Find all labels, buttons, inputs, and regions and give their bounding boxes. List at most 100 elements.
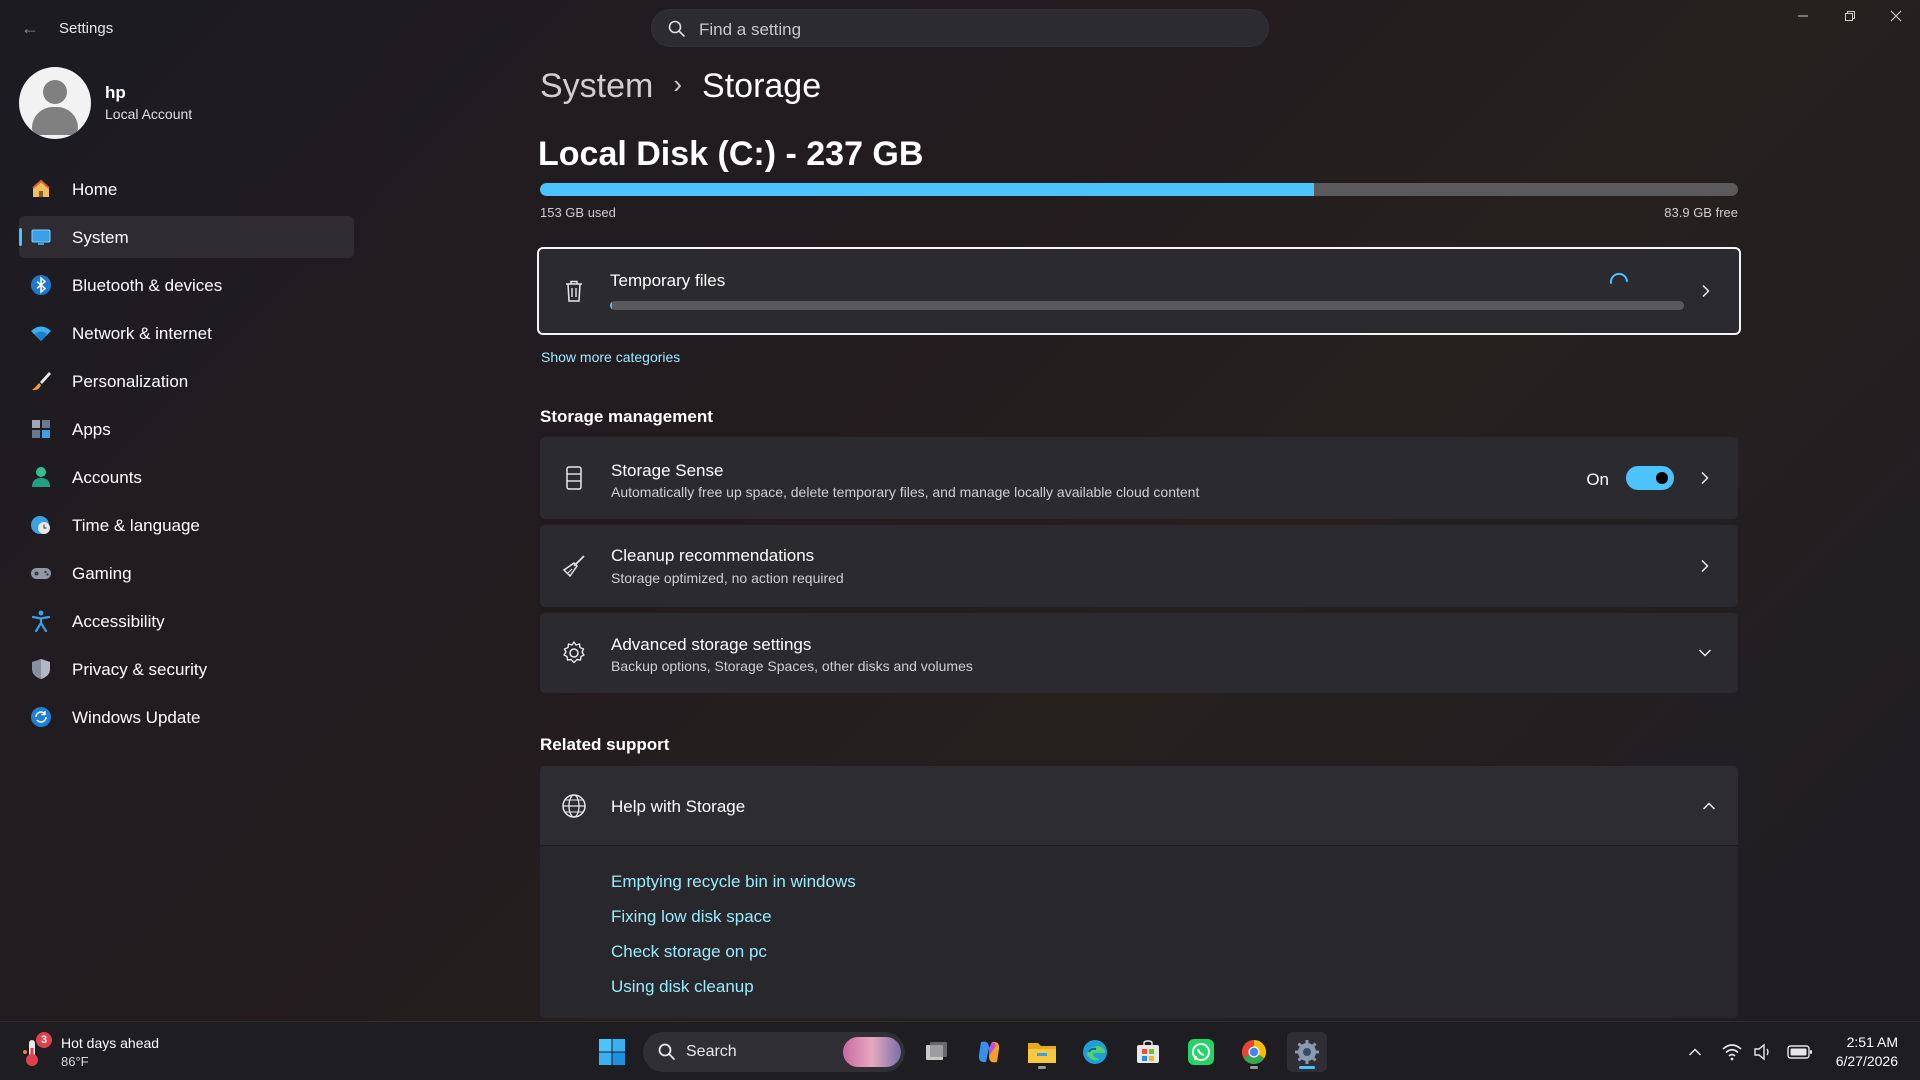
whatsapp-button[interactable]	[1181, 1032, 1221, 1072]
running-indicator	[1250, 1066, 1258, 1069]
help-links: Emptying recycle bin in windows Fixing l…	[611, 872, 856, 1012]
show-hidden-icons-button[interactable]	[1677, 1032, 1713, 1072]
globe-clock-icon	[31, 516, 50, 534]
cleanup-recommendations-card[interactable]: Cleanup recommendations Storage optimize…	[540, 525, 1738, 607]
task-view-button[interactable]	[916, 1032, 956, 1072]
help-link-check-storage[interactable]: Check storage on pc	[611, 942, 856, 966]
related-support-heading: Related support	[540, 735, 670, 754]
loading-spinner-icon	[1609, 272, 1628, 284]
cleanup-recommendations-title: Cleanup recommendations	[611, 546, 815, 565]
folder-icon	[1028, 1043, 1056, 1063]
advanced-storage-settings-card[interactable]: Advanced storage settings Backup options…	[540, 613, 1738, 693]
store-button[interactable]	[1128, 1032, 1168, 1072]
storage-sense-toggle[interactable]	[1626, 466, 1674, 490]
temporary-files-card[interactable]: Temporary files	[537, 247, 1741, 335]
clock[interactable]: 2:51 AM 6/27/2026	[1836, 1033, 1898, 1071]
sidebar-item-gaming[interactable]: Gaming	[19, 552, 354, 594]
temporary-files-bar	[610, 301, 1684, 310]
storage-management-heading: Storage management	[540, 407, 713, 426]
task-view-icon	[926, 1042, 947, 1060]
restore-button[interactable]	[1827, 0, 1873, 32]
sidebar-item-label: System	[72, 228, 129, 247]
start-button[interactable]	[592, 1032, 632, 1072]
update-icon	[31, 707, 51, 727]
breadcrumb-chevron-icon: ›	[673, 69, 683, 99]
sidebar-item-label: Bluetooth & devices	[72, 276, 223, 295]
disk-free-label: 83.9 GB free	[1664, 205, 1738, 220]
sidebar-item-label: Accessibility	[72, 612, 165, 631]
volume-icon	[1754, 1043, 1769, 1061]
help-link-low-disk-space[interactable]: Fixing low disk space	[611, 907, 856, 931]
chevron-down-icon	[1698, 649, 1712, 657]
settings-button[interactable]	[1287, 1032, 1327, 1072]
storage-sense-subtitle: Automatically free up space, delete temp…	[611, 484, 1200, 500]
breadcrumb-parent-system[interactable]: System	[540, 67, 653, 105]
settings-search-input[interactable]: Find a setting	[651, 9, 1269, 47]
battery-icon	[1787, 1045, 1812, 1059]
sidebar-item-label: Time & language	[72, 516, 200, 535]
file-explorer-button[interactable]	[1022, 1032, 1062, 1072]
bluetooth-icon	[31, 275, 51, 295]
whatsapp-icon	[1188, 1039, 1214, 1065]
search-icon	[658, 1043, 675, 1060]
sidebar-item-label: Home	[72, 180, 118, 199]
sidebar-item-system[interactable]: System	[19, 216, 354, 258]
sidebar-item-accounts[interactable]: Accounts	[19, 456, 354, 498]
sidebar-item-apps[interactable]: Apps	[19, 408, 354, 450]
weather-notification-badge: 3	[36, 1032, 52, 1048]
back-arrow-icon[interactable]: ←	[18, 16, 42, 40]
help-with-storage-card: Help with Storage Emptying recycle bin i…	[540, 766, 1738, 1018]
help-with-storage-header[interactable]: Help with Storage	[540, 766, 1738, 846]
search-icon	[668, 20, 685, 37]
accessibility-icon	[31, 610, 51, 632]
sidebar-item-accessibility[interactable]: Accessibility	[19, 600, 354, 642]
globe-icon	[562, 794, 586, 818]
breadcrumb: System › Storage	[540, 67, 821, 106]
volume-button[interactable]	[1745, 1032, 1781, 1072]
copilot-button[interactable]	[969, 1032, 1009, 1072]
cleanup-recommendations-subtitle: Storage optimized, no action required	[611, 570, 844, 586]
temporary-files-fill	[610, 301, 613, 310]
help-with-storage-title: Help with Storage	[611, 797, 746, 816]
sidebar-item-time-language[interactable]: Time & language	[19, 504, 354, 546]
shield-icon	[32, 659, 50, 679]
chevron-right-icon	[1702, 284, 1710, 298]
taskbar: 3 Hot days ahead 86°F Search 2:51 AM 6/2…	[0, 1021, 1920, 1080]
sidebar-item-home[interactable]: Home	[19, 168, 354, 210]
weather-title: Hot days ahead	[61, 1035, 160, 1051]
windows-logo-icon	[599, 1039, 625, 1065]
weather-temperature: 86°F	[61, 1054, 89, 1069]
edge-button[interactable]	[1075, 1032, 1115, 1072]
running-indicator	[1038, 1066, 1046, 1069]
sidebar-item-label: Windows Update	[72, 708, 201, 727]
show-more-categories-link[interactable]: Show more categories	[541, 349, 680, 365]
sidebar-item-label: Network & internet	[72, 324, 212, 343]
help-link-recycle-bin[interactable]: Emptying recycle bin in windows	[611, 872, 856, 896]
advanced-storage-settings-subtitle: Backup options, Storage Spaces, other di…	[611, 658, 973, 674]
sidebar-item-windows-update[interactable]: Windows Update	[19, 696, 354, 738]
sidebar-item-network[interactable]: Network & internet	[19, 312, 354, 354]
sidebar-item-personalization[interactable]: Personalization	[19, 360, 354, 402]
system-icon	[31, 229, 51, 245]
chrome-button[interactable]	[1234, 1032, 1274, 1072]
taskbar-search-placeholder: Search	[686, 1043, 737, 1060]
storage-sense-card[interactable]: Storage Sense Automatically free up spac…	[540, 437, 1738, 519]
battery-button[interactable]	[1780, 1032, 1820, 1072]
title-bar: ← Settings Find a setting	[0, 0, 1920, 56]
accounts-icon	[32, 467, 50, 487]
chevron-right-icon	[1701, 471, 1709, 485]
brush-icon	[32, 372, 51, 391]
store-icon	[1137, 1040, 1159, 1063]
close-button[interactable]	[1873, 0, 1919, 32]
wifi-icon	[1722, 1044, 1742, 1061]
storage-sense-toggle-label: On	[1586, 470, 1609, 489]
taskbar-search[interactable]: Search	[643, 1032, 905, 1072]
help-link-disk-cleanup[interactable]: Using disk cleanup	[611, 977, 856, 1001]
account-type: Local Account	[105, 106, 193, 122]
sidebar-item-privacy-security[interactable]: Privacy & security	[19, 648, 354, 690]
advanced-storage-settings-title: Advanced storage settings	[611, 635, 812, 654]
chevron-right-icon	[1701, 559, 1709, 573]
settings-gear-icon	[1295, 1040, 1319, 1064]
sidebar-item-bluetooth[interactable]: Bluetooth & devices	[19, 264, 354, 306]
minimize-button[interactable]	[1780, 0, 1826, 32]
